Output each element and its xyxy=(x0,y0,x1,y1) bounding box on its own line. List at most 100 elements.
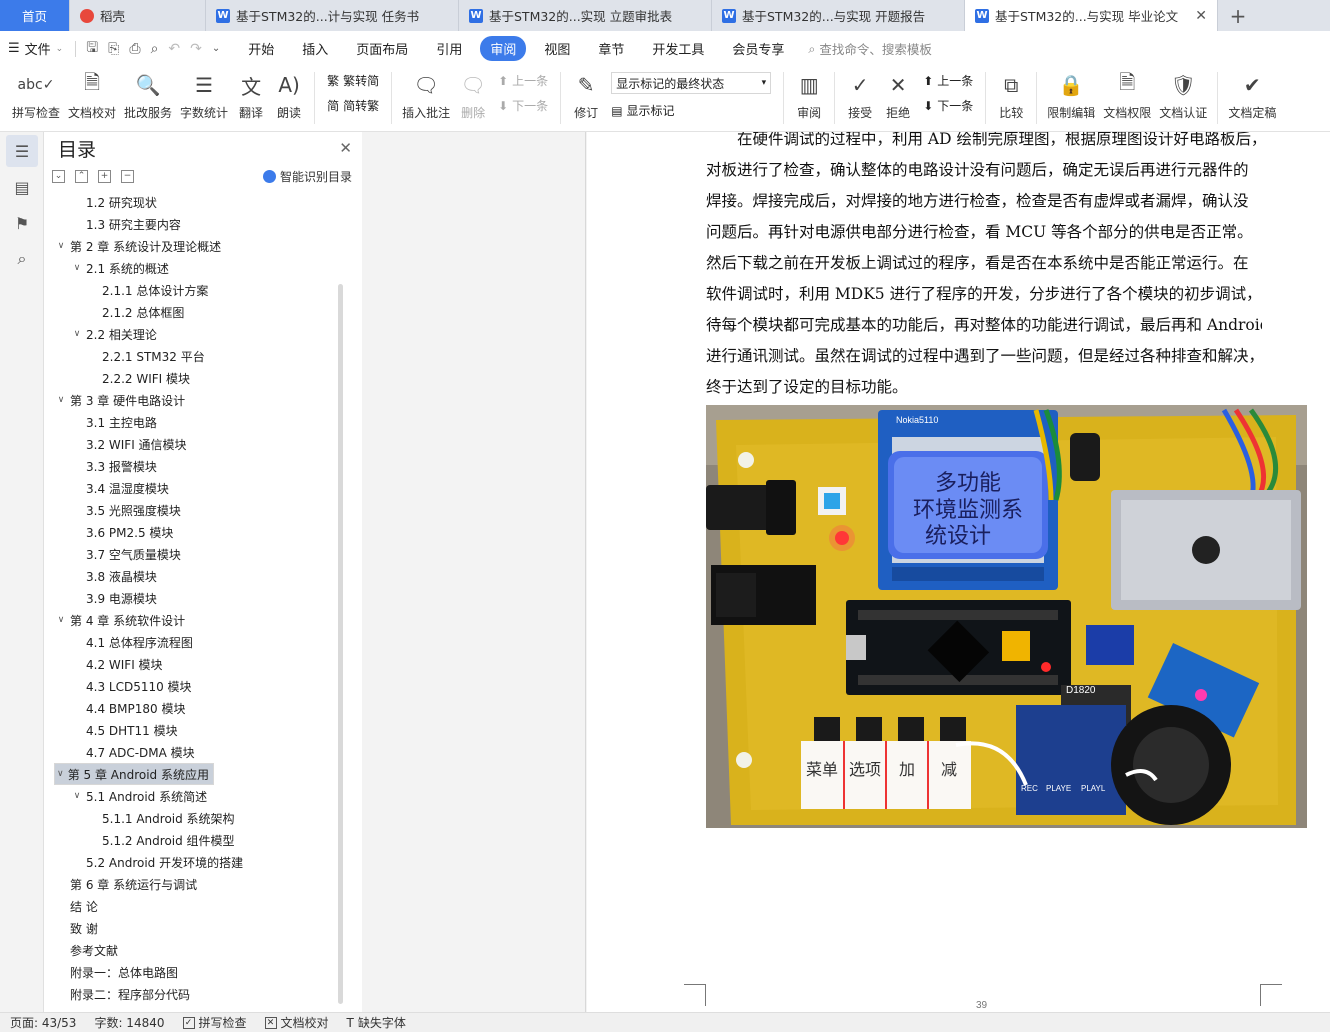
format-painter-icon[interactable]: ⎘ xyxy=(108,41,119,57)
toc-item[interactable]: 4.3 LCD5110 模块 xyxy=(54,675,334,697)
toc-item[interactable]: 3.3 报警模块 xyxy=(54,455,334,477)
doc-final-button[interactable]: ✔ 文档定稿 xyxy=(1224,66,1280,121)
toc-item[interactable]: 5.1.2 Android 组件模型 xyxy=(54,829,334,851)
toc-item[interactable]: 致 谢 xyxy=(54,917,334,939)
tab-3[interactable]: W 基于STM32的...实现 立题审批表 xyxy=(459,0,712,31)
show-markup-button[interactable]: ▤ 显示标记 xyxy=(611,102,771,119)
spell-check-toggle[interactable]: ✓ 拼写检查 xyxy=(182,1014,247,1031)
toc-item[interactable]: ∨ 第 3 章 硬件电路设计 xyxy=(54,389,334,411)
tab-0[interactable]: 首页 xyxy=(0,0,70,31)
toc-item[interactable]: 3.4 温湿度模块 xyxy=(54,477,334,499)
sections-panel-button[interactable]: ▤ xyxy=(6,171,38,203)
toc-item[interactable]: ∨ 第 5 章 Android 系统应用 xyxy=(54,763,214,785)
restrict-edit-button[interactable]: 🔒 限制编辑 xyxy=(1043,66,1099,121)
next-comment-button[interactable]: ⬇ 下一条 xyxy=(498,97,548,114)
word-count-indicator[interactable]: 字数: 14840 xyxy=(94,1014,164,1031)
reject-button[interactable]: ✕ 拒绝 xyxy=(879,66,917,121)
proof-service-button[interactable]: 🔍 批改服务 xyxy=(120,66,176,121)
close-icon[interactable]: ✕ xyxy=(1195,8,1207,24)
toc-item[interactable]: 4.7 ADC-DMA 模块 xyxy=(54,741,334,763)
toc-panel-button[interactable]: ☰ xyxy=(6,135,38,167)
toc-item[interactable]: 3.5 光照强度模块 xyxy=(54,499,334,521)
tab-1[interactable]: 稻壳 xyxy=(70,0,206,31)
toc-item[interactable]: 4.5 DHT11 模块 xyxy=(54,719,334,741)
redo-icon[interactable]: ↷ xyxy=(190,41,202,57)
doc-proof-toggle[interactable]: ✕ 文档校对 xyxy=(264,1014,329,1031)
toc-item[interactable]: 3.6 PM2.5 模块 xyxy=(54,521,334,543)
expand-all-icon[interactable]: + xyxy=(98,169,111,183)
word-count-button[interactable]: ☰ 字数统计 xyxy=(176,66,232,121)
new-tab-icon[interactable]: + xyxy=(1218,0,1258,31)
toc-item[interactable]: 4.2 WIFI 模块 xyxy=(54,653,334,675)
command-search[interactable]: ⌕ 查找命令、搜索模板 xyxy=(808,39,932,58)
toc-item[interactable]: ∨ 第 4 章 系统软件设计 xyxy=(54,609,334,631)
tab-5[interactable]: W 基于STM32的...与实现 毕业论文 ✕ xyxy=(965,0,1218,31)
chevron-down-icon[interactable]: ∨ xyxy=(55,769,66,779)
save-icon[interactable]: 🖫 xyxy=(86,37,98,61)
toc-item[interactable]: 1.3 研究主要内容 xyxy=(54,213,334,235)
toc-item[interactable]: 附录一：总体电路图 xyxy=(54,961,334,983)
toc-item[interactable]: 3.2 WIFI 通信模块 xyxy=(54,433,334,455)
chevron-down-icon[interactable]: ∨ xyxy=(70,263,84,273)
compare-button[interactable]: ⧉ 比较 xyxy=(992,66,1030,121)
toc-item[interactable]: 4.1 总体程序流程图 xyxy=(54,631,334,653)
chevron-down-icon[interactable]: ∨ xyxy=(70,329,84,339)
insert-comment-button[interactable]: 🗨 插入批注 xyxy=(398,66,454,121)
toc-item[interactable]: 1.2 研究现状 xyxy=(54,191,334,213)
revise-button[interactable]: ✎ 修订 xyxy=(567,66,605,121)
print-preview-icon[interactable]: ⌕ xyxy=(151,41,159,57)
chevron-down-icon[interactable]: ∨ xyxy=(70,791,84,801)
menu-tab-1[interactable]: 插入 xyxy=(292,36,338,61)
bookmark-panel-button[interactable]: ⚑ xyxy=(6,207,38,239)
toc-item[interactable]: 5.1.1 Android 系统架构 xyxy=(54,807,334,829)
menu-tab-5[interactable]: 视图 xyxy=(534,36,580,61)
delete-comment-button[interactable]: 🗨 删除 xyxy=(454,66,492,121)
toc-item[interactable]: 附录二：程序部分代码 xyxy=(54,983,334,1005)
find-panel-button[interactable]: ⌕ xyxy=(6,243,38,275)
menu-tab-2[interactable]: 页面布局 xyxy=(346,36,418,61)
toc-item[interactable]: 3.8 液晶模块 xyxy=(54,565,334,587)
page-indicator[interactable]: 页面: 43/53 xyxy=(10,1014,76,1031)
next-change-button[interactable]: ⬇ 下一条 xyxy=(923,97,973,114)
more-icon[interactable]: ⌄ xyxy=(212,43,220,54)
smart-toc-button[interactable]: 智能识别目录 xyxy=(262,168,352,185)
undo-icon[interactable]: ↶ xyxy=(168,41,180,57)
review-pane-button[interactable]: ▥ 审阅 xyxy=(790,66,828,121)
toc-item[interactable]: 5.2 Android 开发环境的搭建 xyxy=(54,851,334,873)
file-menu[interactable]: ☰ 文件 ⌄ xyxy=(8,39,63,58)
menu-tab-0[interactable]: 开始 xyxy=(238,36,284,61)
hardware-photo[interactable]: Nokia5110 多功能 环境监测系 统设计 D1820 PLAYE PLAY… xyxy=(706,405,1307,828)
toc-item[interactable]: 3.9 电源模块 xyxy=(54,587,334,609)
to-traditional-button[interactable]: 繁繁转简 xyxy=(327,72,379,89)
toc-scrollbar[interactable] xyxy=(338,284,343,1004)
toc-item[interactable]: 2.1.2 总体框图 xyxy=(54,301,334,323)
missing-font-button[interactable]: T 缺失字体 xyxy=(347,1014,406,1031)
toc-item[interactable]: 3.1 主控电路 xyxy=(54,411,334,433)
collapse-all-icon[interactable]: − xyxy=(121,169,134,183)
chevron-down-icon[interactable]: ∨ xyxy=(54,615,68,625)
menu-tab-7[interactable]: 开发工具 xyxy=(642,36,714,61)
toc-item[interactable]: ∨ 2.2 相关理论 xyxy=(54,323,334,345)
toc-item[interactable]: 2.1.1 总体设计方案 xyxy=(54,279,334,301)
menu-tab-6[interactable]: 章节 xyxy=(588,36,634,61)
toc-item[interactable]: ∨ 第 2 章 系统设计及理论概述 xyxy=(54,235,334,257)
doc-rights-button[interactable]: 🗎 文档权限 xyxy=(1099,66,1155,121)
prev-comment-button[interactable]: ⬆ 上一条 xyxy=(498,72,548,89)
read-aloud-button[interactable]: A) 朗读 xyxy=(270,66,308,121)
collapse-level-icon[interactable]: ⌄ xyxy=(52,169,65,183)
accept-button[interactable]: ✓ 接受 xyxy=(841,66,879,121)
spell-check-button[interactable]: abc✓ 拼写检查 xyxy=(8,66,64,121)
toc-item[interactable]: 2.2.1 STM32 平台 xyxy=(54,345,334,367)
document-page[interactable]: 在硬件调试的过程中，利用 AD 绘制完原理图，根据原理图设计好电路板后， 对板进行… xyxy=(587,132,1330,1012)
tab-2[interactable]: W 基于STM32的...计与实现 任务书 xyxy=(206,0,459,31)
toc-item[interactable]: 结 论 xyxy=(54,895,334,917)
expand-level-icon[interactable]: ⌃ xyxy=(75,169,88,183)
toc-item[interactable]: 第 6 章 系统运行与调试 xyxy=(54,873,334,895)
markup-mode-select[interactable]: 显示标记的最终状态 ▾ xyxy=(611,72,772,94)
toc-item[interactable]: 3.7 空气质量模块 xyxy=(54,543,334,565)
to-simplified-button[interactable]: 简简转繁 xyxy=(327,97,379,114)
doc-proof-button[interactable]: 🗎 文档校对 xyxy=(64,66,120,121)
chevron-down-icon[interactable]: ∨ xyxy=(54,395,68,405)
prev-change-button[interactable]: ⬆ 上一条 xyxy=(923,72,973,89)
toc-item[interactable]: 2.2.2 WIFI 模块 xyxy=(54,367,334,389)
